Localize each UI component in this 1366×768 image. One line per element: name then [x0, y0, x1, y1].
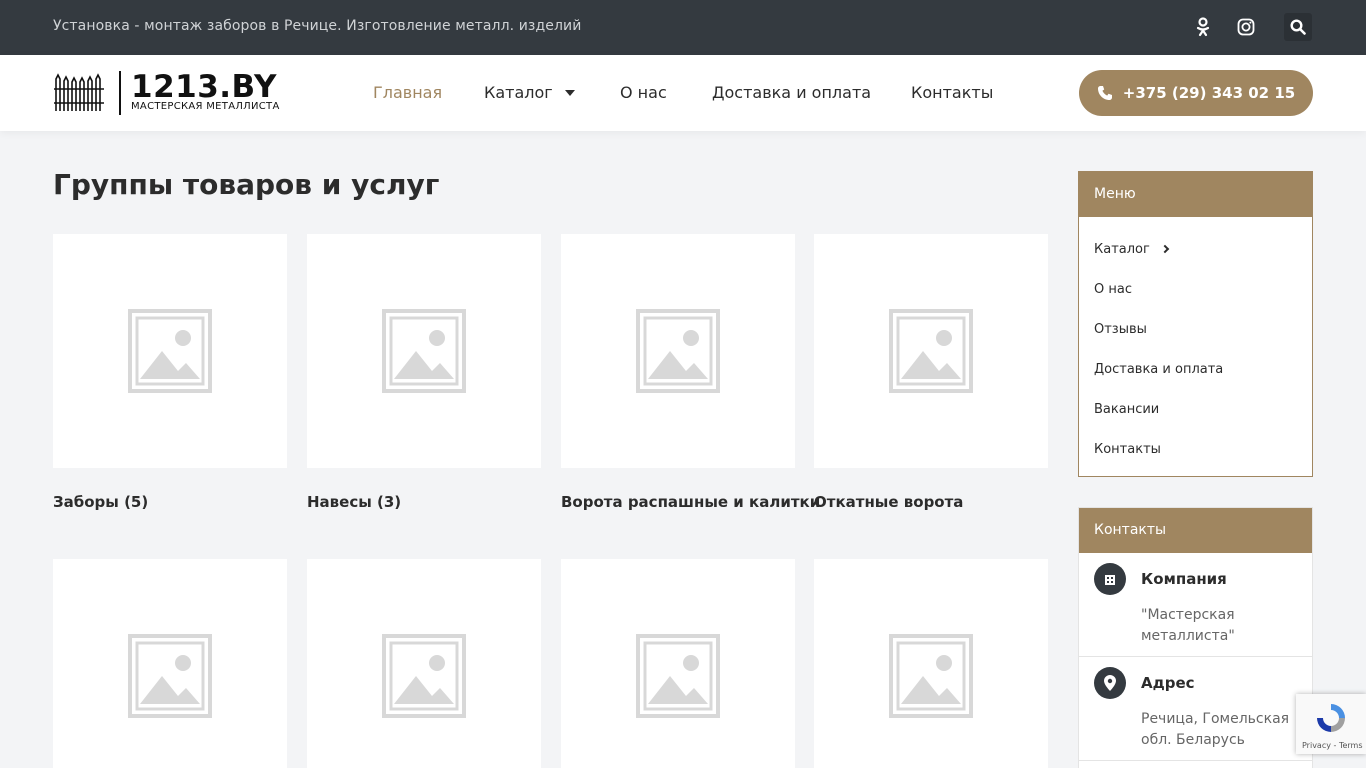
contact-value: "Мастерская металлиста" [1141, 607, 1235, 644]
phone-icon [1097, 86, 1112, 100]
sidebar-item-vacancies[interactable]: Вакансии [1079, 389, 1312, 429]
sidebar-contacts: Контакты Компания "Мастерская металлиста… [1078, 507, 1313, 768]
category-card[interactable] [814, 559, 1048, 768]
top-bar: Установка - монтаж заборов в Речице. Изг… [0, 0, 1366, 55]
sidebar-item-catalog[interactable]: Каталог [1079, 229, 1312, 269]
placeholder-image[interactable] [561, 559, 795, 768]
contact-title: Компания [1141, 570, 1227, 588]
sidebar-item-about[interactable]: О нас [1079, 269, 1312, 309]
search-icon[interactable] [1284, 13, 1312, 41]
page-title: Группы товаров и услуг [53, 168, 440, 201]
sidebar-item-label: Каталог [1094, 241, 1150, 257]
placeholder-image[interactable] [814, 559, 1048, 768]
placeholder-image[interactable] [307, 234, 541, 468]
card-title[interactable]: Откатные ворота [814, 493, 1048, 511]
sidebar-item-delivery[interactable]: Доставка и оплата [1079, 349, 1312, 389]
recaptcha-icon [1317, 704, 1345, 732]
image-placeholder-icon [889, 634, 973, 718]
image-placeholder-icon [382, 309, 466, 393]
sidebar-menu: Меню Каталог О нас Отзывы Доставка и опл… [1078, 171, 1313, 477]
recaptcha-badge[interactable]: Privacy - Terms [1296, 694, 1366, 754]
nav-contacts[interactable]: Контакты [911, 83, 993, 102]
category-card[interactable]: Навесы (3) [307, 234, 541, 511]
main-header: 1213.BY МАСТЕРСКАЯ МЕТАЛЛИСТА Главная Ка… [0, 55, 1366, 131]
category-card[interactable] [307, 559, 541, 768]
placeholder-image[interactable] [561, 234, 795, 468]
logo-subtitle: МАСТЕРСКАЯ МЕТАЛЛИСТА [131, 101, 280, 112]
site-tagline: Установка - монтаж заборов в Речице. Изг… [53, 18, 582, 34]
phone-number: +375 (29) 343 02 15 [1122, 84, 1296, 102]
sidebar-item-reviews[interactable]: Отзывы [1079, 309, 1312, 349]
placeholder-image[interactable] [53, 559, 287, 768]
contact-address: Адрес Речица, Гомельская обл. Беларусь [1079, 657, 1312, 761]
sidebar-menu-list: Каталог О нас Отзывы Доставка и оплата В… [1079, 217, 1312, 479]
image-placeholder-icon [636, 309, 720, 393]
phone-button[interactable]: +375 (29) 343 02 15 [1079, 70, 1313, 116]
placeholder-image[interactable] [814, 234, 1048, 468]
card-title[interactable]: Навесы (3) [307, 493, 541, 511]
category-card[interactable]: Заборы (5) [53, 234, 287, 511]
placeholder-image[interactable] [53, 234, 287, 468]
card-title[interactable]: Заборы (5) [53, 493, 287, 511]
odnoklassniki-icon[interactable] [1191, 15, 1215, 39]
card-title[interactable]: Ворота распашные и калитки [561, 493, 820, 511]
map-pin-icon [1094, 667, 1126, 699]
image-placeholder-icon [889, 309, 973, 393]
category-card[interactable] [53, 559, 287, 768]
image-placeholder-icon [128, 309, 212, 393]
caret-down-icon [564, 89, 575, 96]
image-placeholder-icon [128, 634, 212, 718]
contact-value: Речица, Гомельская обл. Беларусь [1141, 711, 1290, 748]
sidebar-item-contacts[interactable]: Контакты [1079, 429, 1312, 469]
site-logo[interactable]: 1213.BY МАСТЕРСКАЯ МЕТАЛЛИСТА [53, 69, 288, 116]
nav-catalog[interactable]: Каталог [484, 83, 575, 102]
instagram-icon[interactable] [1234, 15, 1258, 39]
image-placeholder-icon [636, 634, 720, 718]
logo-divider [119, 71, 121, 115]
fence-logo-icon [54, 73, 104, 111]
image-placeholder-icon [382, 634, 466, 718]
sidebar-contacts-title: Контакты [1079, 508, 1312, 553]
category-card[interactable]: Ворота распашные и калитки [561, 234, 820, 511]
nav-catalog-label: Каталог [484, 83, 553, 102]
chevron-right-icon [1160, 244, 1170, 254]
building-icon [1094, 563, 1126, 595]
category-card[interactable] [561, 559, 795, 768]
nav-home[interactable]: Главная [373, 83, 442, 102]
nav-delivery[interactable]: Доставка и оплата [712, 83, 871, 102]
category-card[interactable]: Откатные ворота [814, 234, 1048, 511]
sidebar-menu-title: Меню [1079, 172, 1312, 217]
placeholder-image[interactable] [307, 559, 541, 768]
contact-title: Адрес [1141, 674, 1195, 692]
contact-company: Компания "Мастерская металлиста" [1079, 553, 1312, 657]
logo-text: 1213.BY [131, 69, 277, 105]
recaptcha-links[interactable]: Privacy - Terms [1302, 741, 1363, 750]
nav-about[interactable]: О нас [620, 83, 667, 102]
